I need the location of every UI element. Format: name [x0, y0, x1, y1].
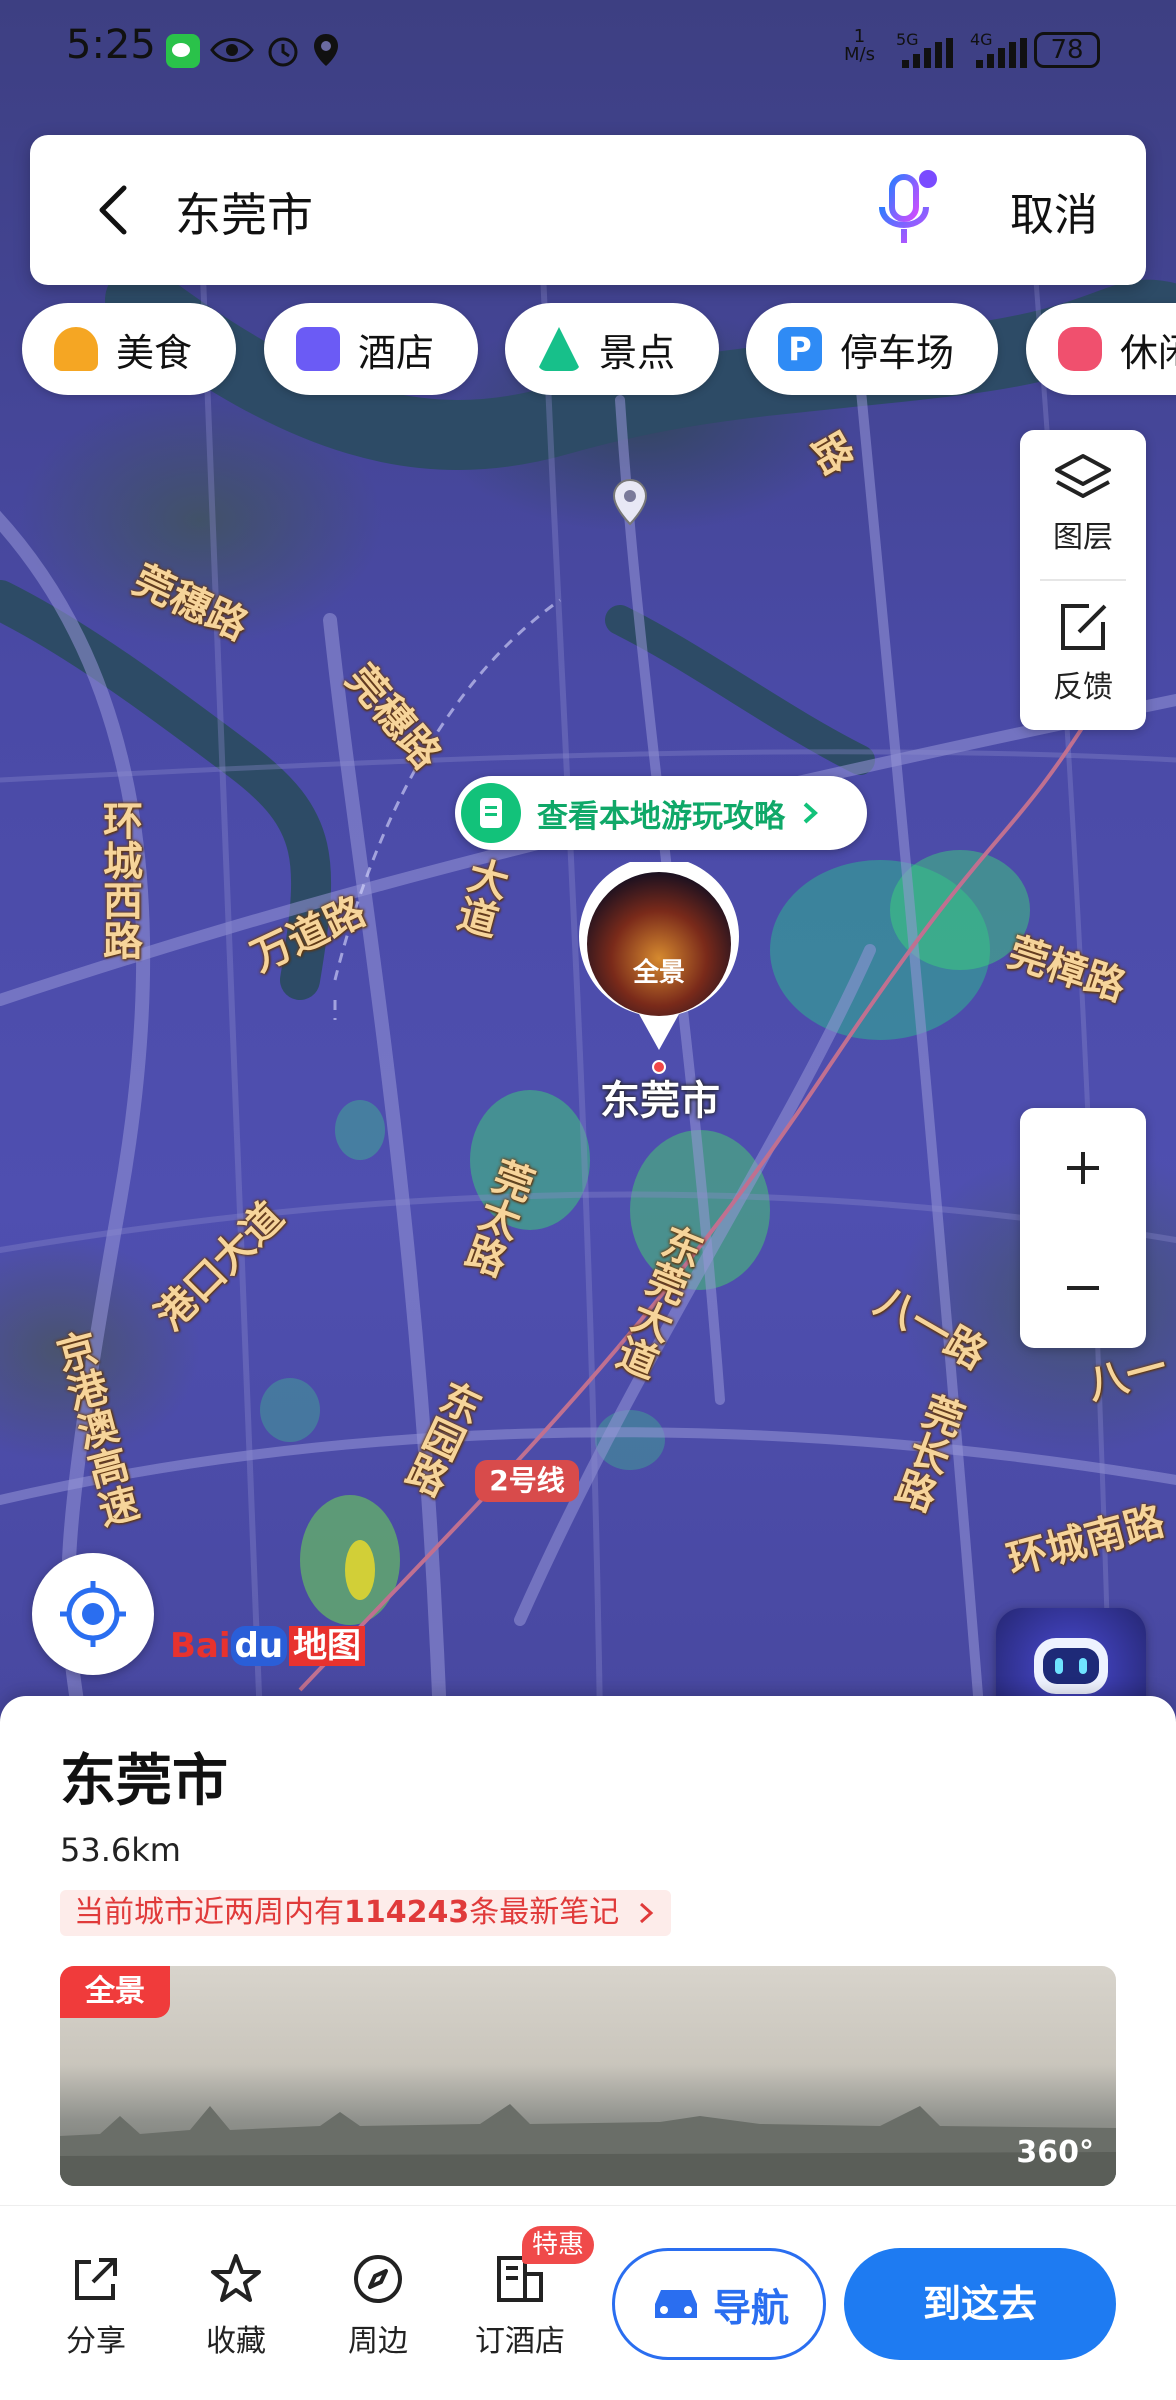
plus-icon — [1067, 1152, 1099, 1184]
feedback-label: 反馈 — [1053, 670, 1113, 705]
status-bar: 5:25 1 M/s 5G 4G 78 — [0, 0, 1176, 100]
panorama-preview[interactable]: 全景 360° — [60, 1966, 1116, 2186]
search-input[interactable]: 东莞市 — [175, 179, 313, 245]
guide-book-icon — [461, 783, 521, 843]
minus-icon — [1067, 1286, 1099, 1290]
city-label: 东莞市 — [600, 1078, 720, 1124]
food-icon — [54, 327, 98, 371]
locate-me-button[interactable] — [32, 1553, 154, 1675]
chip-label: 景点 — [599, 330, 676, 375]
layers-button[interactable]: 图层 — [1020, 430, 1146, 580]
local-guide-pill[interactable]: 查看本地游玩攻略 — [455, 776, 867, 850]
scenic-icon — [537, 327, 581, 371]
category-chip-parking[interactable]: P 停车场 — [746, 303, 998, 395]
microphone-icon[interactable] — [872, 165, 942, 255]
alarm-icon — [268, 37, 298, 67]
feedback-button[interactable]: 反馈 — [1020, 580, 1146, 730]
poi-pin-icon[interactable] — [612, 478, 648, 526]
road-label: 环城西路 — [96, 800, 142, 960]
panorama-skyline — [60, 2104, 1116, 2186]
city-panorama-pin[interactable]: 全景 — [577, 856, 741, 1052]
hotel-icon — [296, 327, 340, 371]
net-speed: 1 M/s — [844, 26, 875, 65]
share-button[interactable]: 分享 — [36, 2252, 156, 2360]
pin-badge: 全景 — [632, 958, 685, 988]
zoom-in-button[interactable] — [1020, 1108, 1146, 1228]
favorite-button[interactable]: 收藏 — [176, 2252, 296, 2360]
nearby-button[interactable]: 周边 — [318, 2252, 438, 2360]
chip-label: 休闲 — [1120, 330, 1176, 375]
notes-banner[interactable]: 当前城市近两周内有114243条最新笔记 — [60, 1890, 671, 1936]
status-time: 5:25 — [66, 22, 156, 68]
navigate-button[interactable]: 导航 — [612, 2248, 826, 2360]
chevron-right-icon — [803, 802, 818, 824]
car-icon — [654, 2290, 697, 2318]
zoom-control — [1020, 1108, 1146, 1348]
signal-icon-2 — [976, 38, 1027, 68]
location-target-icon — [60, 1581, 126, 1647]
cancel-button[interactable]: 取消 — [1010, 179, 1098, 243]
baidu-map-logo: Bai du 地图 — [170, 1618, 366, 1667]
leisure-icon — [1058, 327, 1102, 371]
edit-icon — [1061, 604, 1107, 650]
location-icon — [314, 34, 338, 66]
place-title: 东莞市 — [60, 1749, 228, 1814]
chip-label: 美食 — [116, 330, 193, 375]
layers-icon — [1055, 454, 1111, 498]
panorama-tag: 全景 — [60, 1966, 170, 2018]
share-icon — [75, 2258, 117, 2300]
category-chip-leisure[interactable]: 休闲 — [1026, 303, 1176, 395]
category-chip-hotel[interactable]: 酒店 — [264, 303, 478, 395]
action-bar: 分享 收藏 周边 订酒店 特惠 导航 到这去 — [0, 2205, 1176, 2400]
compass-icon — [354, 2255, 402, 2303]
signal-icon — [902, 38, 953, 68]
chevron-right-icon — [639, 1902, 654, 1924]
chip-label: 酒店 — [358, 330, 435, 375]
share-label: 分享 — [66, 2324, 126, 2359]
zoom-out-button[interactable] — [1020, 1228, 1146, 1348]
go-here-button[interactable]: 到这去 — [844, 2248, 1116, 2360]
nearby-label: 周边 — [348, 2324, 408, 2359]
navigate-label: 导航 — [712, 2285, 789, 2330]
eye-icon — [210, 38, 254, 62]
favorite-label: 收藏 — [206, 2324, 266, 2359]
layers-label: 图层 — [1053, 520, 1113, 555]
discount-badge: 特惠 — [522, 2226, 595, 2264]
book-hotel-label: 订酒店 — [475, 2324, 565, 2359]
map-tool-panel: 图层 反馈 — [1020, 430, 1146, 730]
category-chip-scenic[interactable]: 景点 — [505, 303, 719, 395]
back-arrow-icon[interactable] — [92, 180, 132, 240]
wechat-icon — [166, 34, 200, 68]
parking-icon: P — [778, 327, 822, 371]
chip-label: 停车场 — [840, 330, 955, 375]
category-chip-food[interactable]: 美食 — [22, 303, 236, 395]
search-bar: 东莞市 取消 — [30, 135, 1146, 285]
place-distance: 53.6km — [60, 1831, 181, 1869]
panorama-360-icon: 360° — [1016, 2135, 1094, 2170]
battery-indicator: 78 — [1034, 32, 1100, 68]
metro-line-label: 2号线 — [475, 1460, 579, 1502]
book-hotel-button[interactable]: 订酒店 — [460, 2252, 580, 2360]
star-icon — [211, 2254, 261, 2302]
guide-text: 查看本地游玩攻略 — [537, 798, 785, 835]
